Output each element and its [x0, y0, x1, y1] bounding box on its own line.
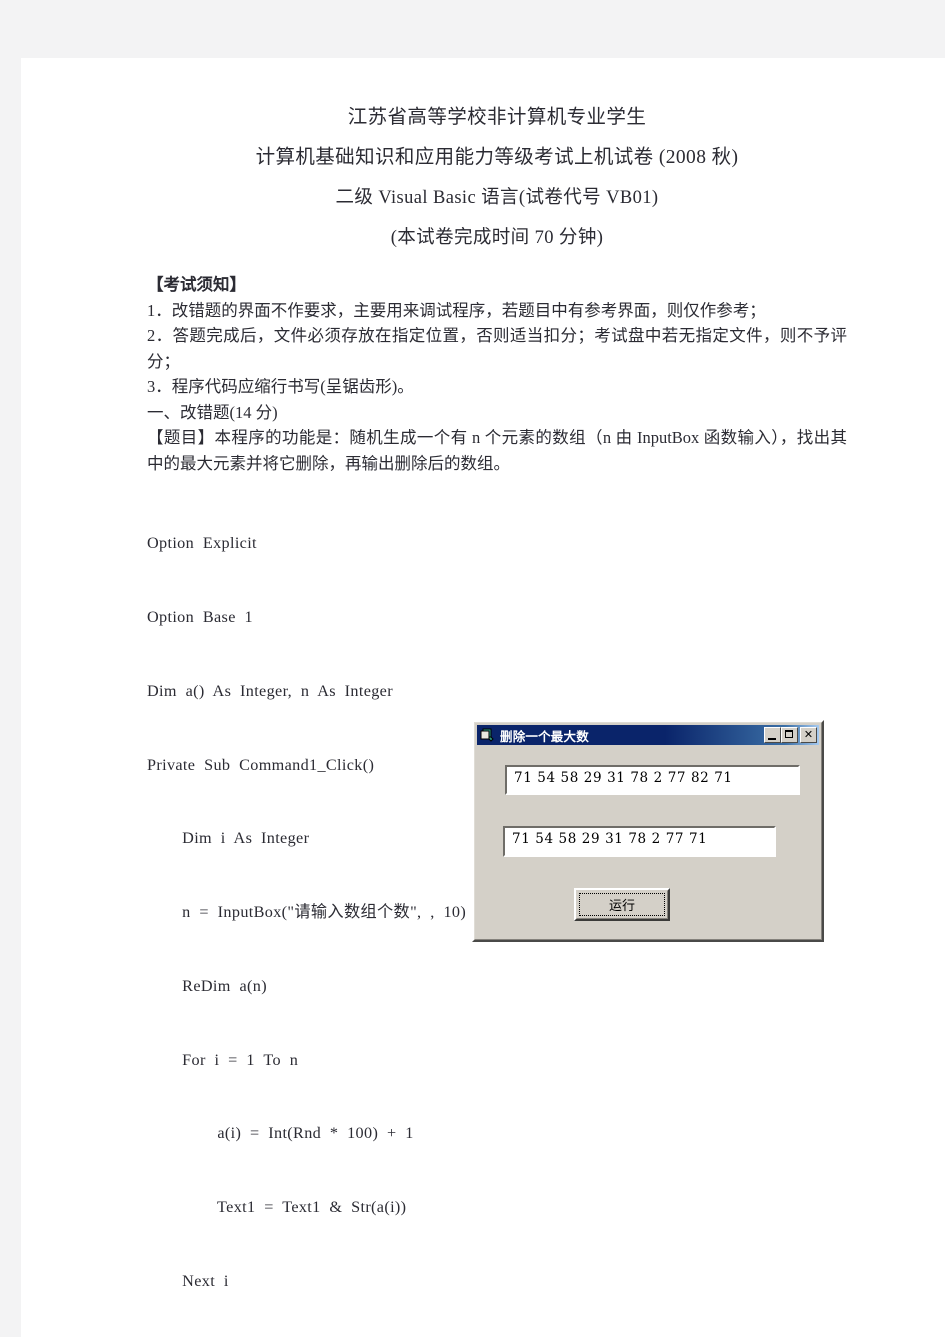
- code-line: Next i: [147, 1272, 229, 1290]
- notice-heading: 【考试须知】: [147, 275, 246, 294]
- textbox-1[interactable]: 71 54 58 29 31 78 2 77 82 71: [505, 765, 800, 795]
- notice-item-2: 2．答题完成后，文件必须存放在指定位置，否则适当扣分；考试盘中若无指定文件，则不…: [147, 326, 847, 371]
- problem-statement: 【题目】本程序的功能是：随机生成一个有 n 个元素的数组（n 由 InputBo…: [147, 428, 847, 473]
- minimize-button[interactable]: [764, 727, 781, 743]
- page-title-line-3: 二级 Visual Basic 语言(试卷代号 VB01): [335, 188, 659, 208]
- code-line: Option Base 1: [147, 607, 253, 626]
- run-button-label: 运行: [579, 893, 665, 916]
- page-title-line-1: 江苏省高等学校非计算机专业学生: [347, 107, 647, 128]
- code-line: Dim a() As Integer, n As Integer: [147, 681, 393, 700]
- vb-form-title: 删除一个最大数: [500, 728, 589, 744]
- code-line: Text1 = Text1 & Str(a(i)): [147, 1198, 407, 1217]
- section-heading: 一、改错题(14 分): [147, 402, 278, 422]
- page-title-line-2: 计算机基础知识和应用能力等级考试上机试卷 (2008 秋): [255, 147, 739, 168]
- minimize-icon: [768, 738, 776, 740]
- maximize-icon: [785, 730, 793, 738]
- code-line: Option Explicit: [147, 534, 257, 553]
- code-line: a(i) = Int(Rnd * 100) + 1: [147, 1124, 414, 1143]
- vb-form-titlebar[interactable]: 删除一个最大数 ✕: [477, 725, 819, 745]
- close-icon: ✕: [803, 728, 814, 741]
- code-line: For i = 1 To n: [147, 1050, 299, 1069]
- notice-item-1: 1．改错题的界面不作要求，主要用来调试程序，若题目中有参考界面，则仅作参考；: [147, 300, 766, 320]
- run-button[interactable]: 运行: [574, 888, 670, 921]
- vb-form-window: 删除一个最大数 ✕ 71 54 58 29 31 78 2 77 82 71 7…: [472, 720, 824, 942]
- exam-notice: 【考试须知】 1．改错题的界面不作要求，主要用来调试程序，若题目中有参考界面，则…: [147, 272, 847, 476]
- document-title-block: 江苏省高等学校非计算机专业学生 计算机基础知识和应用能力等级考试上机试卷 (20…: [147, 98, 847, 258]
- close-button[interactable]: ✕: [800, 727, 817, 743]
- maximize-button[interactable]: [781, 727, 798, 743]
- vb-window-buttons: ✕: [764, 727, 817, 743]
- vb-form-icon: [480, 728, 496, 743]
- document-page: 江苏省高等学校非计算机专业学生 计算机基础知识和应用能力等级考试上机试卷 (20…: [21, 58, 945, 1337]
- document-content: 江苏省高等学校非计算机专业学生 计算机基础知识和应用能力等级考试上机试卷 (20…: [147, 98, 847, 1337]
- page-title-line-4: (本试卷完成时间 70 分钟): [390, 228, 604, 248]
- textbox-2[interactable]: 71 54 58 29 31 78 2 77 71: [503, 826, 776, 857]
- code-line: ReDim a(n): [147, 976, 267, 995]
- notice-item-3: 3．程序代码应缩行书写(呈锯齿形)。: [147, 377, 414, 396]
